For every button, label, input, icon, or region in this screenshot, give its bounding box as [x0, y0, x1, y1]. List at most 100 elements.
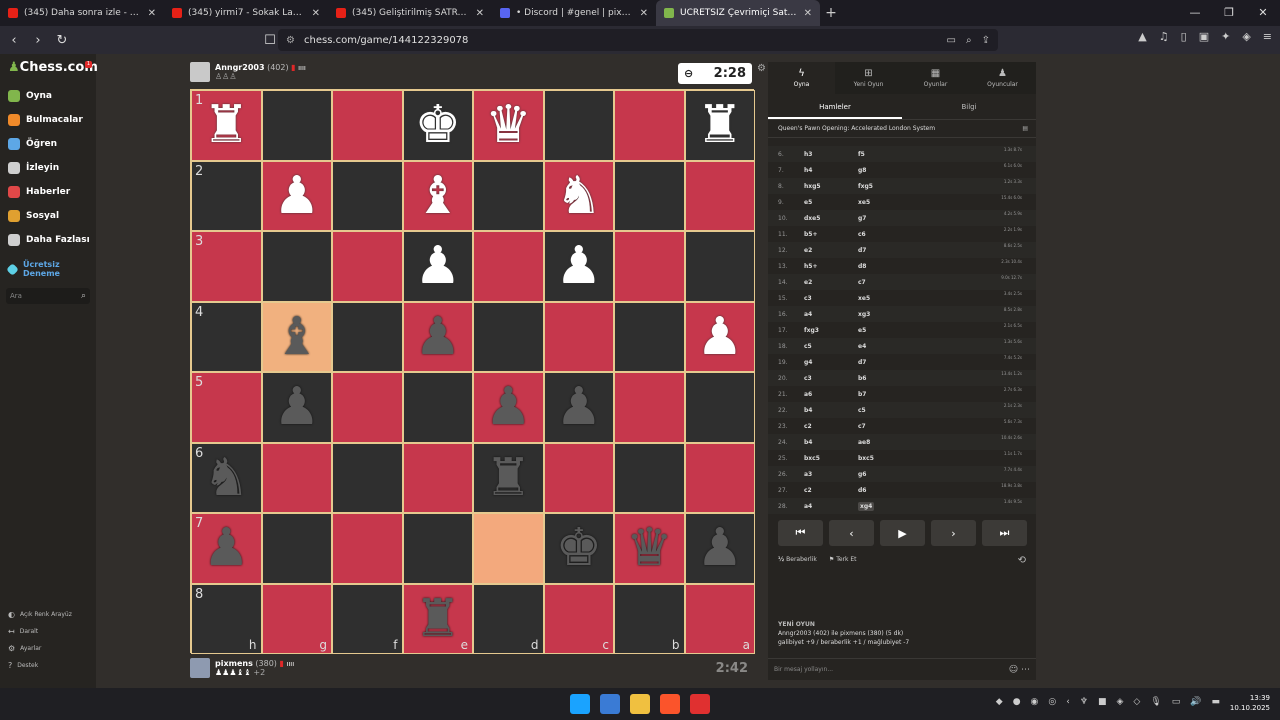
board-square[interactable] — [684, 231, 755, 302]
close-tab-icon[interactable]: ✕ — [312, 8, 320, 19]
board-square[interactable] — [332, 301, 403, 372]
tray-icon[interactable]: ● — [1013, 697, 1021, 707]
network-icon[interactable]: ▭ — [1172, 697, 1181, 707]
sidebar-footer-item[interactable]: ↤ Daralt — [8, 627, 38, 636]
board-square[interactable] — [332, 372, 403, 443]
black-move[interactable]: d6 — [858, 487, 918, 494]
black-pawn-icon[interactable]: ♟ — [485, 381, 532, 433]
white-move[interactable]: bxc5 — [804, 455, 858, 462]
browser-tab[interactable]: (345) Geliştirilmiş SATRANÇ BOTUMLA ✕ — [328, 0, 492, 26]
black-rook-icon[interactable]: ♜ — [485, 452, 532, 504]
board-square[interactable] — [332, 231, 403, 302]
white-move[interactable]: h3 — [804, 151, 858, 158]
board-square[interactable] — [684, 160, 755, 231]
close-tab-icon[interactable]: ✕ — [476, 8, 484, 19]
white-rook-icon[interactable]: ♜ — [203, 99, 250, 151]
board-square[interactable]: b — [614, 583, 685, 654]
board-square[interactable]: ♛ — [614, 513, 685, 584]
sidebar-item-sosyal[interactable]: Sosyal — [8, 210, 59, 222]
white-move[interactable]: b4 — [804, 407, 858, 414]
board-square[interactable]: ♟ — [543, 372, 614, 443]
white-pawn-icon[interactable]: ♟ — [555, 240, 602, 292]
file-explorer-icon[interactable] — [630, 694, 650, 714]
board-square[interactable]: ♚ — [402, 90, 473, 161]
tray-icon[interactable]: ◈ — [1116, 697, 1123, 707]
white-move[interactable]: fxg3 — [804, 327, 858, 334]
board-square[interactable]: c — [543, 583, 614, 654]
minimize-icon[interactable]: — — [1178, 0, 1212, 26]
board-square[interactable] — [614, 231, 685, 302]
board-square[interactable]: g — [261, 583, 332, 654]
white-move[interactable]: a6 — [804, 391, 858, 398]
black-move[interactable]: c7 — [858, 423, 918, 430]
sidebar-footer-item[interactable]: ? Destek — [8, 661, 38, 670]
board-square[interactable] — [261, 513, 332, 584]
board-square[interactable]: ♚ — [543, 513, 614, 584]
white-move[interactable]: g4 — [804, 359, 858, 366]
white-move[interactable]: e2 — [804, 247, 858, 254]
board-square[interactable] — [402, 372, 473, 443]
play-button[interactable]: ▶ — [880, 520, 925, 546]
sidebar-item-haberler[interactable]: Haberler — [8, 186, 70, 198]
reload-icon[interactable]: ↻ — [52, 33, 72, 48]
brave-shield-icon[interactable]: ▲ — [1138, 30, 1146, 43]
board-square[interactable] — [332, 160, 403, 231]
white-move[interactable]: e2 — [804, 279, 858, 286]
black-move[interactable]: ae8 — [858, 439, 918, 446]
free-trial-link[interactable]: Ücretsiz Deneme — [6, 260, 63, 278]
white-move[interactable]: c2 — [804, 487, 858, 494]
tray-icon[interactable]: ◉ — [1031, 697, 1039, 707]
board-square[interactable]: ♟ — [261, 372, 332, 443]
black-pawn-icon[interactable]: ♟ — [203, 522, 250, 574]
board-square[interactable] — [332, 90, 403, 161]
board-square[interactable]: ♝ — [402, 160, 473, 231]
book-icon[interactable]: ▤ — [1022, 120, 1028, 138]
board-square[interactable]: d — [473, 583, 544, 654]
white-pawn-icon[interactable]: ♟ — [696, 311, 743, 363]
cast-icon[interactable]: ▭ — [947, 35, 956, 46]
board-square[interactable] — [614, 301, 685, 372]
vpn-icon[interactable]: ◈ — [1242, 30, 1250, 43]
white-rook-icon[interactable]: ♜ — [696, 99, 743, 151]
black-move[interactable]: xe5 — [858, 295, 918, 302]
white-move[interactable]: c2 — [804, 423, 858, 430]
board-square[interactable]: 6 ♞ — [191, 442, 262, 513]
sidebar-item-i̇zleyin[interactable]: İzleyin — [8, 162, 59, 174]
chat-options-icon[interactable]: ☺ ⋯ — [1009, 659, 1030, 681]
white-pawn-icon[interactable]: ♟ — [273, 170, 320, 222]
white-move[interactable]: c3 — [804, 375, 858, 382]
board-square[interactable]: 3 — [191, 231, 262, 302]
panel-tab[interactable]: ⊞ Yeni Oyun — [835, 62, 902, 94]
board-square[interactable]: 7 ♟ — [191, 513, 262, 584]
board-square[interactable]: ♛ — [473, 90, 544, 161]
sidebar-item-öğren[interactable]: Öğren — [8, 138, 57, 150]
white-move[interactable]: a4 — [804, 311, 858, 318]
close-window-icon[interactable]: ✕ — [1246, 0, 1280, 26]
board-square[interactable] — [614, 372, 685, 443]
board-square[interactable] — [332, 442, 403, 513]
white-knight-icon[interactable]: ♞ — [555, 170, 602, 222]
next-move-button[interactable]: › — [931, 520, 976, 546]
black-move[interactable]: d7 — [858, 247, 918, 254]
white-move[interactable]: b4 — [804, 439, 858, 446]
black-move[interactable]: f5 — [858, 151, 918, 158]
sidebar-footer-item[interactable]: ⚙ Ayarlar — [8, 644, 41, 653]
board-square[interactable]: 2 — [191, 160, 262, 231]
black-move[interactable]: xe5 — [858, 199, 918, 206]
board-square[interactable]: ♝ — [261, 301, 332, 372]
close-tab-icon[interactable]: ✕ — [640, 8, 648, 19]
board-square[interactable]: 1 ♜ — [191, 90, 262, 161]
board-square[interactable]: a — [684, 583, 755, 654]
chat-input[interactable]: Bir mesaj yollayın... ☺ ⋯ — [768, 658, 1036, 680]
tray-icon[interactable]: ■ — [1098, 697, 1107, 707]
windows-start-icon[interactable] — [570, 694, 590, 714]
previous-move-button[interactable]: ‹ — [829, 520, 874, 546]
browser-tab[interactable]: • Discord | #genel | pixmens ✕ — [492, 0, 656, 26]
black-move[interactable]: e4 — [858, 343, 918, 350]
board-square[interactable] — [614, 442, 685, 513]
panel-tab[interactable]: ϟ Oyna — [768, 62, 835, 94]
black-knight-icon[interactable]: ♞ — [203, 452, 250, 504]
white-move[interactable]: h4 — [804, 167, 858, 174]
draw-button[interactable]: ½ Beraberlik — [778, 556, 817, 563]
media-icon[interactable]: ♫ — [1159, 30, 1169, 43]
